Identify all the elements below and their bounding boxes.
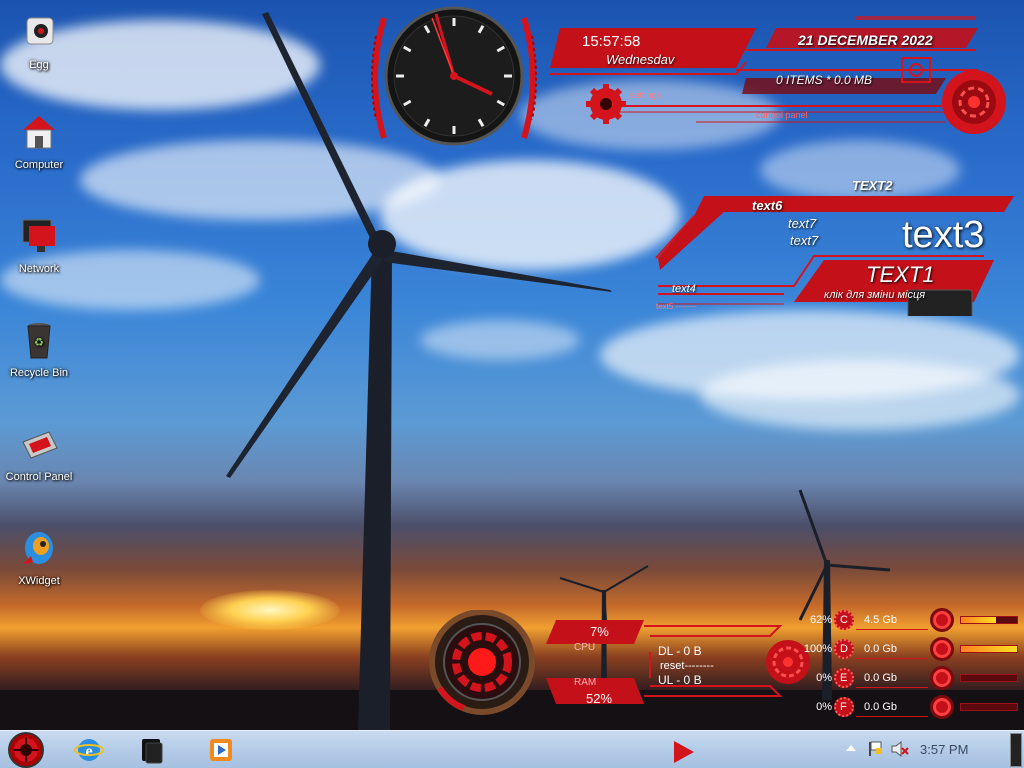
drive-usage-percent: 62% [809, 614, 832, 626]
drive-usage-bar [960, 616, 1018, 624]
note-text7-b[interactable]: text7 [790, 233, 818, 248]
drive-letter: D [840, 643, 848, 655]
note-text3[interactable]: text3 [902, 214, 984, 257]
settings-link[interactable]: settings [630, 90, 661, 100]
desktop-icon-label: Egg [29, 59, 49, 71]
drive-open-icon[interactable] [930, 666, 954, 690]
xwidget-icon [23, 532, 53, 564]
note-text6[interactable]: text6 [752, 198, 782, 213]
analog-clock-widget[interactable] [362, 6, 546, 150]
ram-value: 52% [586, 691, 613, 706]
start-orb-icon [8, 732, 44, 768]
folder-icon [142, 739, 163, 764]
drive-usage-bar [960, 645, 1018, 653]
drive-usage-fill [961, 646, 1017, 652]
drive-open-icon[interactable] [930, 695, 954, 719]
desktop-icon-egg[interactable]: Egg [0, 12, 78, 71]
drive-row[interactable]: 62% C 4.5 Gb [800, 608, 1024, 632]
desktop-icon-label: XWidget [18, 575, 60, 587]
speaker-muted-icon[interactable] [890, 740, 910, 758]
desktop-icon-label: Computer [14, 159, 64, 171]
note-text2[interactable]: TEXT2 [852, 178, 892, 193]
download-rate: DL - 0 B [658, 644, 702, 658]
drive-letter-badge: E [834, 668, 854, 688]
network-icon [22, 219, 55, 252]
drive-divider [856, 629, 928, 630]
svg-text:♻: ♻ [34, 336, 44, 349]
drive-open-icon[interactable] [930, 608, 954, 632]
drive-usage-percent: 100% [803, 643, 832, 655]
drive-free-space: 0.0 Gb [864, 701, 898, 713]
show-hidden-icons-button[interactable] [844, 741, 858, 755]
taskbar-clock[interactable]: 3:57 PM [920, 742, 968, 757]
desktop-icon-label: Network [18, 263, 60, 275]
drive-usage-bar [960, 674, 1018, 682]
drive-letter-badge: C [834, 610, 854, 630]
control-panel-icon [22, 431, 58, 459]
drives-widget: 62% C 4.5 Gb 100% D 0.0 Gb 0% E 0.0 Gb 0% F 0.0 Gb [800, 608, 1024, 724]
computer-icon [23, 116, 55, 149]
recycle-bin-round-icon[interactable] [940, 68, 1008, 136]
drive-row[interactable]: 0% E 0.0 Gb [800, 666, 1024, 690]
note-text7-a[interactable]: text7 [788, 216, 816, 231]
recycle-bin-icon: ♻ [27, 323, 51, 359]
taskbar-pinned-media-player[interactable] [204, 734, 238, 766]
digital-time: 15:57:58 [582, 33, 641, 50]
drive-usage-bar [960, 703, 1018, 711]
network-reset-link[interactable]: reset-------- [660, 660, 714, 672]
drive-letter: E [840, 672, 848, 684]
chevron-up-icon [846, 745, 856, 751]
note-text1-subtitle: клік для зміни місця [824, 289, 926, 301]
desktop-icon-control-panel[interactable]: Control Panel [0, 424, 78, 483]
taskbar-pinned-internet-explorer[interactable]: e [72, 734, 106, 766]
drive-row[interactable]: 100% D 0.0 Gb [800, 637, 1024, 661]
drive-free-space: 0.0 Gb [864, 643, 898, 655]
drive-divider [856, 658, 928, 659]
start-button[interactable] [6, 732, 46, 768]
desktop-icon-xwidget[interactable]: XWidget [0, 528, 78, 587]
media-player-icon [210, 739, 232, 761]
egg-app-icon [26, 17, 54, 45]
drive-letter: F [840, 701, 847, 713]
taskbar: e [0, 730, 1024, 768]
red-arrow-icon[interactable] [672, 739, 696, 765]
desktop-icon-computer[interactable]: Computer [0, 112, 78, 171]
cpu-gauge [429, 610, 535, 715]
date-label: 21 DECEMBER 2022 [798, 32, 933, 48]
note-text5[interactable]: text5 -------- [656, 302, 697, 311]
ram-label: RAM [574, 677, 597, 688]
note-text4[interactable]: text4 [672, 283, 696, 295]
desktop-icon-label: Recycle Bin [9, 367, 69, 379]
drive-divider [856, 716, 928, 717]
drive-letter-badge: F [834, 697, 854, 717]
drive-letter-badge: D [834, 639, 854, 659]
note-text1[interactable]: TEXT1 [866, 262, 934, 288]
drive-free-space: 0.0 Gb [864, 672, 898, 684]
cpu-value: 7% [590, 624, 609, 639]
cpu-label: CPU [574, 642, 596, 653]
drive-usage-percent: 0% [816, 672, 832, 684]
desktop-icon-label: Control Panel [5, 471, 73, 483]
desktop-icon-network[interactable]: Network [0, 216, 78, 275]
desktop-icon-recycle-bin[interactable]: ♻ Recycle Bin [0, 320, 78, 379]
drive-divider [856, 687, 928, 688]
taskbar-pinned-folder[interactable] [136, 734, 170, 766]
show-desktop-button[interactable] [1010, 733, 1022, 767]
upload-rate: UL - 0 B [658, 673, 702, 687]
control-panel-link[interactable]: control panel [756, 110, 808, 120]
settings-gear-icon[interactable] [584, 82, 628, 126]
internet-explorer-icon: e [74, 739, 104, 761]
drive-usage-fill [961, 617, 996, 623]
action-center-flag-icon[interactable] [866, 740, 884, 758]
drive-usage-percent: 0% [816, 701, 832, 713]
drive-row[interactable]: 0% F 0.0 Gb [800, 695, 1024, 719]
drive-letter: C [840, 614, 848, 626]
weekday-label: Wednesdav [606, 52, 675, 67]
drive-free-space: 4.5 Gb [864, 614, 898, 626]
recycle-summary: 0 ITEMS * 0.0 MB [776, 73, 873, 87]
drive-open-icon[interactable] [930, 637, 954, 661]
